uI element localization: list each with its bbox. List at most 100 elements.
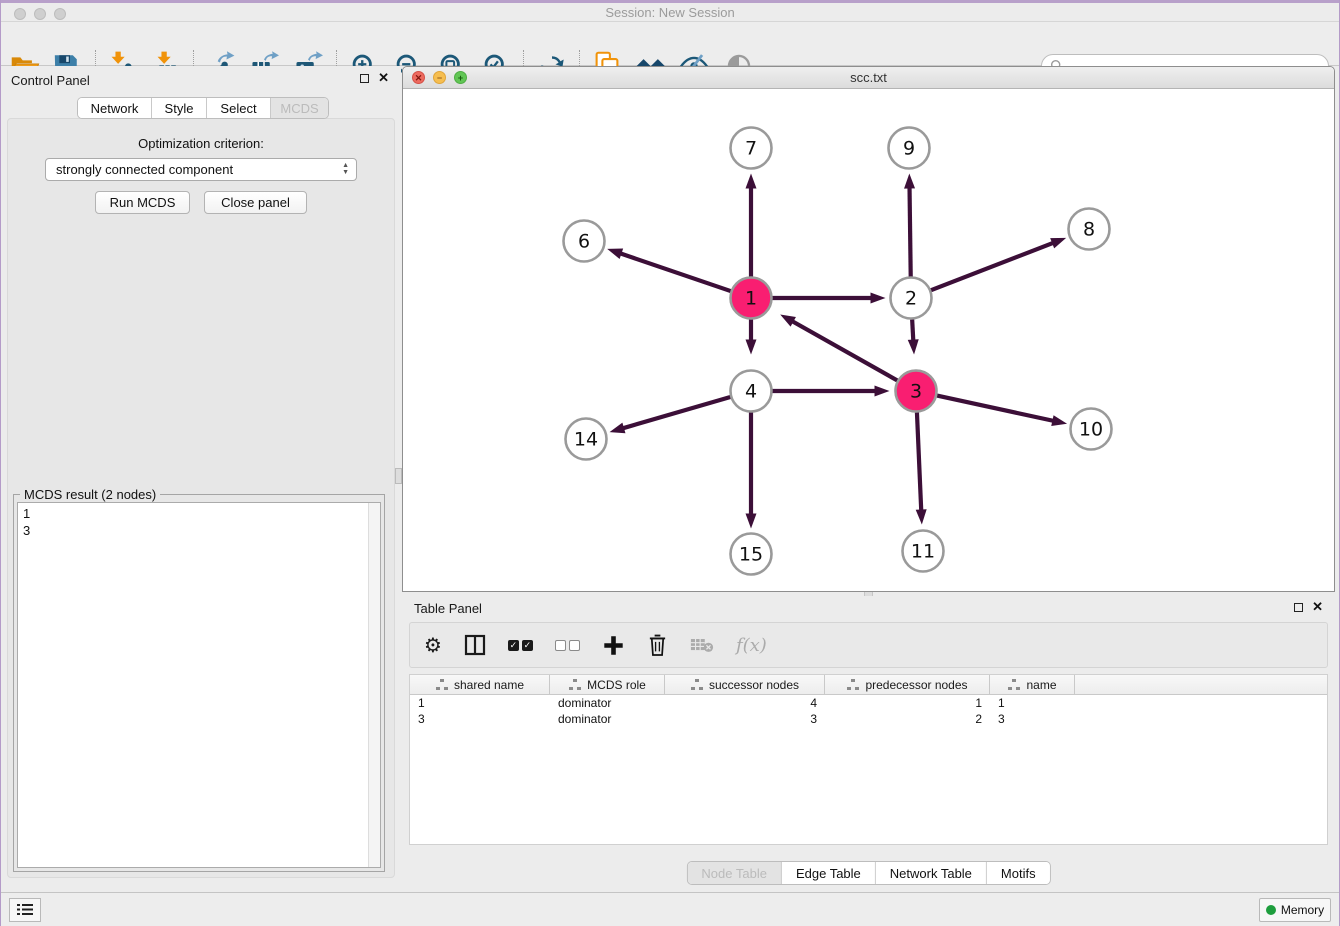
- function-builder-button-disabled: f(x): [736, 635, 767, 656]
- application-window: Session: New Session: [0, 0, 1340, 926]
- mcds-result-title: MCDS result (2 nodes): [20, 487, 160, 502]
- table-tabs: Node TableEdge TableNetwork TableMotifs: [686, 861, 1050, 885]
- node-table: shared name MCDS role successor nodes prede…: [409, 674, 1328, 845]
- tab-edge-table[interactable]: Edge Table: [782, 862, 876, 884]
- memory-label: Memory: [1281, 903, 1324, 917]
- mcds-result-textarea[interactable]: 1 3: [17, 502, 381, 868]
- tab-network-table[interactable]: Network Table: [876, 862, 987, 884]
- edge-arrowhead: [610, 423, 626, 434]
- graph-edge-1-6[interactable]: [619, 253, 731, 291]
- checked-box-icon: ✓: [508, 640, 519, 651]
- unselect-all-columns-button[interactable]: [555, 640, 580, 651]
- tree-icon: [568, 679, 581, 690]
- table-cell: dominator: [550, 696, 665, 710]
- run-mcds-button[interactable]: Run MCDS: [95, 191, 190, 214]
- table-cell: 4: [665, 696, 825, 710]
- table-row[interactable]: 1dominator411: [410, 695, 1327, 711]
- close-table-panel-icon[interactable]: ✕: [1312, 602, 1323, 612]
- table-cell: 1: [990, 696, 1075, 710]
- graph-node-label: 1: [745, 288, 757, 310]
- graph-edge-3-1[interactable]: [791, 320, 898, 380]
- graph-node-label: 7: [745, 138, 757, 160]
- graph-edge-4-14[interactable]: [621, 397, 730, 429]
- graph-edge-3-11[interactable]: [917, 412, 921, 512]
- tab-node-table[interactable]: Node Table: [687, 862, 782, 884]
- close-panel-icon[interactable]: ✕: [378, 73, 389, 83]
- graph-node-label: 4: [745, 381, 757, 403]
- table-cell: 2: [825, 712, 990, 726]
- tab-mcds[interactable]: MCDS: [271, 98, 328, 118]
- unchecked-box-icon: [555, 640, 566, 651]
- tab-network[interactable]: Network: [78, 98, 152, 118]
- graph-edge-2-3[interactable]: [912, 319, 913, 342]
- trash-icon: [647, 634, 668, 657]
- memory-button[interactable]: Memory: [1259, 898, 1331, 922]
- table-row[interactable]: 3dominator323: [410, 711, 1327, 727]
- column-header-MCDS-role[interactable]: MCDS role: [550, 675, 665, 694]
- graph-edge-3-10[interactable]: [937, 396, 1055, 422]
- tree-icon: [435, 679, 448, 690]
- edge-arrowhead: [904, 173, 915, 188]
- float-table-panel-icon[interactable]: [1294, 603, 1303, 612]
- graph-node-label: 15: [739, 544, 763, 566]
- column-header-predecessor-nodes[interactable]: predecessor nodes: [825, 675, 990, 694]
- edge-arrowhead: [916, 509, 927, 524]
- graph-node-label: 14: [574, 429, 598, 451]
- table-cell: 3: [665, 712, 825, 726]
- close-panel-button[interactable]: Close panel: [204, 191, 307, 214]
- network-view-window: ✕ − + scc.txt 1234678910111415: [402, 66, 1335, 592]
- column-header-label: successor nodes: [709, 678, 799, 692]
- tab-select[interactable]: Select: [207, 98, 271, 118]
- vertical-splitter-grip[interactable]: [395, 468, 402, 484]
- tab-style[interactable]: Style: [152, 98, 207, 118]
- table-cell: dominator: [550, 712, 665, 726]
- network-graph: 1234678910111415: [403, 89, 1334, 591]
- tab-motifs[interactable]: Motifs: [987, 862, 1050, 884]
- table-header-row: shared name MCDS role successor nodes prede…: [410, 675, 1327, 695]
- network-canvas[interactable]: 1234678910111415: [403, 89, 1334, 591]
- column-header-name[interactable]: name: [990, 675, 1075, 694]
- graph-node-label: 6: [578, 231, 590, 253]
- column-header-shared-name[interactable]: shared name: [410, 675, 550, 694]
- table-cell: 3: [410, 712, 550, 726]
- status-bar: Memory: [1, 892, 1339, 926]
- graph-edge-2-9[interactable]: [910, 185, 911, 276]
- create-column-button[interactable]: [602, 634, 625, 657]
- delete-table-icon: [690, 636, 714, 654]
- task-history-button[interactable]: [9, 898, 41, 922]
- app-titlebar: Session: New Session: [1, 0, 1339, 22]
- table-settings-button[interactable]: ⚙: [424, 635, 442, 655]
- edge-arrowhead: [607, 249, 623, 259]
- control-panel: Control Panel ✕ NetworkStyleSelectMCDS O…: [1, 66, 401, 892]
- show-columns-button[interactable]: [464, 634, 486, 656]
- graph-edge-2-8[interactable]: [931, 242, 1055, 290]
- select-all-columns-button[interactable]: ✓✓: [508, 640, 533, 651]
- result-scrollbar[interactable]: [368, 503, 380, 867]
- edge-arrowhead: [871, 293, 886, 304]
- table-cell: 1: [825, 696, 990, 710]
- float-panel-icon[interactable]: [360, 74, 369, 83]
- columns-icon: [464, 634, 486, 656]
- graph-node-label: 8: [1083, 219, 1095, 241]
- control-panel-title: Control Panel: [11, 73, 90, 88]
- table-body: 1dominator4113dominator323: [410, 695, 1327, 727]
- delete-table-button-disabled: [690, 636, 714, 654]
- checked-box-icon: ✓: [522, 640, 533, 651]
- table-toolbar: ⚙ ✓✓: [409, 622, 1328, 668]
- optimization-criterion-select[interactable]: strongly connected component ▲▼: [45, 158, 357, 181]
- column-header-label: MCDS role: [587, 678, 646, 692]
- column-header-successor-nodes[interactable]: successor nodes: [665, 675, 825, 694]
- edge-arrowhead: [875, 386, 890, 397]
- table-cell: 3: [990, 712, 1075, 726]
- memory-status-dot: [1266, 905, 1276, 915]
- edge-arrowhead: [780, 314, 796, 326]
- tree-icon: [846, 679, 859, 690]
- unchecked-box-icon: [569, 640, 580, 651]
- column-header-label: name: [1026, 678, 1056, 692]
- delete-column-button[interactable]: [647, 634, 668, 657]
- app-title: Session: New Session: [1, 5, 1339, 20]
- edge-arrowhead: [1050, 238, 1066, 249]
- edge-arrowhead: [746, 340, 757, 355]
- graph-node-label: 11: [911, 541, 935, 563]
- network-window-titlebar[interactable]: ✕ − + scc.txt: [403, 67, 1334, 89]
